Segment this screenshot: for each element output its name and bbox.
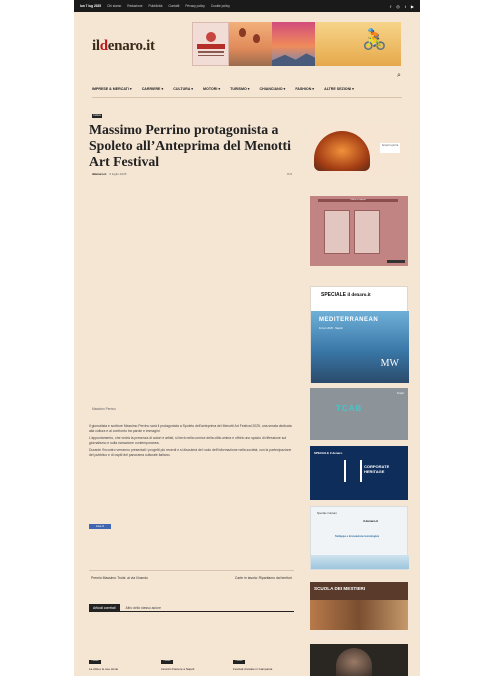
nav-item-imprese[interactable]: IMPRESE & MERCATI ▾ [92, 87, 132, 91]
article-body: Il giornalista e scrittore Massimo Perri… [89, 424, 294, 459]
top-link[interactable]: Contatti [168, 4, 179, 8]
logo-suffix: enaro.it [107, 38, 155, 54]
wave-graphic [311, 555, 409, 569]
post-navigation: Premio Massimo Troisi: al via il bando C… [89, 570, 294, 590]
balloon-icon [253, 34, 260, 43]
facebook-like-button[interactable]: Like 0 [89, 524, 111, 529]
speciale-brand: il denaro.it [347, 293, 371, 298]
school-photo [310, 600, 408, 630]
corporate-heritage-title: CORPORATE HERITAGE [364, 464, 390, 474]
related-item[interactable]: Cultura La città e le sue storie [89, 660, 147, 676]
top-link[interactable]: Cookie policy [211, 4, 230, 8]
image-caption: Massimo Perrino [92, 407, 116, 411]
tab-same-author[interactable]: Altro dello stesso autore [124, 604, 163, 611]
body-paragraph: Durante l’incontro verranno presentati i… [89, 447, 292, 458]
related-title[interactable]: Incontri d’autore a Napoli [161, 667, 219, 671]
ad-tech-innovation[interactable]: Speciale il denaro il denaro.it Sviluppo… [310, 506, 409, 570]
youtube-icon[interactable]: ▶ [411, 4, 414, 9]
balloon-icon [239, 28, 246, 37]
related-tabs: Articoli correlati Altro dello stesso au… [89, 604, 294, 612]
next-article-link[interactable]: Carte in tavola: Ripartiamo dai territor… [207, 576, 292, 581]
speciale-heading: SPECIALE il denaro.it [321, 292, 371, 298]
tcab-label: Scopri [396, 392, 404, 395]
nav-item-turismo[interactable]: TURISMO ▾ [230, 87, 249, 91]
nav-item-motori[interactable]: MOTORI ▾ [203, 87, 220, 91]
top-link[interactable]: Redazione [127, 4, 142, 8]
vending-machine-image [324, 210, 350, 254]
body-paragraph: Il giornalista e scrittore Massimo Perri… [89, 424, 292, 434]
category-badge[interactable]: Cultura [92, 114, 102, 118]
comment-count[interactable]: ✉ 0 [287, 172, 292, 176]
author-link[interactable]: ildenaro.it [92, 172, 106, 176]
article-meta: ildenaro.it 6 luglio 2025 [92, 172, 126, 176]
tcab-logo: TCAB [336, 404, 363, 413]
article-date: 6 luglio 2025 [109, 172, 127, 176]
related-list: Cultura La città e le sue storie Cultura… [89, 660, 294, 676]
school-footer [310, 630, 408, 636]
previous-article-link[interactable]: Premio Massimo Troisi: al via il bando [91, 576, 176, 581]
banner-text-line [197, 51, 224, 53]
sidebar: Scopri la pizza Cultura e impresa SPECIA… [310, 0, 409, 676]
related-item[interactable]: Cultura Incontri d’autore a Napoli [161, 660, 219, 676]
tech-title: Sviluppo e innovazione tecnologica [335, 535, 379, 538]
banner-landscape-panel [272, 22, 315, 66]
top-link[interactable]: Privacy policy [185, 4, 205, 8]
banner-balloon-panel [229, 22, 272, 66]
hills-shape [272, 53, 315, 66]
ad-speciale-mediterranean[interactable]: SPECIALE il denaro.it MEDITERRANEAN Foru… [310, 286, 409, 383]
ad-portrait[interactable] [310, 644, 408, 676]
banner-umbria-panel [192, 22, 229, 66]
corporate-speciale-label: SPECIALE il denaro [314, 451, 343, 455]
nav-item-chianciano[interactable]: CHIANCIANO ▾ [260, 87, 286, 91]
mediterranean-subtitle: Forum 2025 · Napoli [319, 327, 343, 330]
related-title[interactable]: Festival d’estate in Campania [233, 667, 291, 671]
comment-count-value: 0 [290, 172, 293, 176]
mw-logo: MW [380, 358, 399, 369]
oven-ad-label: Scopri la pizza [380, 143, 400, 153]
tab-related[interactable]: Articoli correlati [89, 604, 120, 611]
top-date: lun 7 lug 2025 [80, 4, 102, 8]
vending-machine-image [354, 210, 380, 254]
portrait-image [336, 648, 372, 676]
seal-icon [205, 32, 216, 42]
mediterranean-title: MEDITERRANEAN [319, 317, 379, 323]
body-paragraph: L’appuntamento, che vedrà la presenza di… [89, 435, 287, 446]
heritage-logo-icon [344, 460, 362, 482]
nav-item-cultura[interactable]: CULTURA ▾ [173, 87, 193, 91]
related-tag: Cultura [161, 660, 173, 664]
logo-accent: d [99, 38, 108, 54]
page: lun 7 lug 2025 Chi siamo Redazione Pubbl… [74, 0, 420, 676]
ad2-header: Cultura e impresa [318, 199, 398, 202]
oven-image [314, 131, 370, 171]
speciale-label: SPECIALE [321, 292, 347, 298]
article-title: Massimo Perrino protagonista a Spoleto a… [89, 122, 291, 169]
site-logo[interactable]: ildenaro.it [92, 38, 155, 55]
school-title: SCUOLA DEI MESTIERI [314, 586, 366, 591]
banner-tag [196, 44, 225, 49]
top-link[interactable]: Chi siamo [107, 4, 121, 8]
banner-text-line [197, 54, 224, 56]
ad-vending[interactable]: Cultura e impresa [310, 196, 408, 266]
nav-item-carriere[interactable]: CARRIERE ▾ [142, 87, 164, 91]
related-title[interactable]: La città e le sue storie [89, 667, 147, 671]
post-nav-divider [89, 570, 294, 571]
mediterranean-image: MEDITERRANEAN Forum 2025 · Napoli MW [311, 311, 409, 383]
ad-tcab[interactable]: Scopri TCAB [310, 388, 408, 440]
ad-corporate-heritage[interactable]: SPECIALE il denaro CORPORATE HERITAGE [310, 446, 408, 500]
tech-header: Speciale il denaro [317, 512, 337, 515]
related-tag: Cultura [233, 660, 245, 664]
ad2-button [387, 260, 405, 263]
related-tag: Cultura [89, 660, 101, 664]
top-link[interactable]: Pubblicità [149, 4, 163, 8]
related-item[interactable]: Cultura Festival d’estate in Campania [233, 660, 291, 676]
ad-pizza-oven[interactable]: Scopri la pizza [310, 125, 408, 177]
tech-brand: il denaro.it [363, 519, 379, 523]
ad-scuola-mestieri[interactable]: SCUOLA DEI MESTIERI [310, 582, 408, 636]
logo-prefix: il [92, 38, 100, 54]
